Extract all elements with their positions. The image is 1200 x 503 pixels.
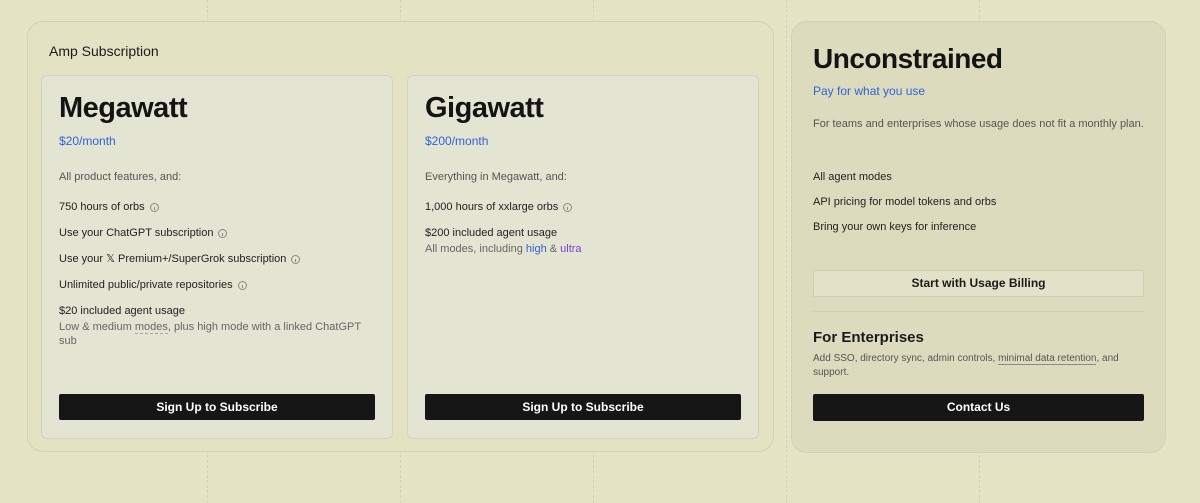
plan-features: Everything in Megawatt, and: 1,000 hours… [425, 171, 743, 269]
feature-item: Use your ChatGPT subscription [59, 227, 377, 240]
feature-item: API pricing for model tokens and orbs [813, 196, 997, 208]
features-intro: Everything in Megawatt, and: [425, 171, 567, 183]
usage-detail-prefix: Low & medium [59, 321, 135, 333]
plan-name: Gigawatt [425, 92, 544, 124]
feature-item: 750 hours of orbs [59, 201, 377, 214]
usage-detail: Low & medium modes, plus high mode with … [59, 320, 377, 348]
usage-title: $20 included agent usage [59, 305, 185, 317]
unconstrained-panel: Unconstrained Pay for what you use For t… [791, 21, 1166, 453]
usage-title: $200 included agent usage [425, 227, 558, 239]
feature-label: Use your 𝕏 Premium+/SuperGrok subscripti… [59, 253, 287, 265]
usage-detail-amp: & [546, 243, 561, 255]
subscription-title: Amp Subscription [49, 43, 159, 59]
plan-price: $20/month [59, 134, 116, 148]
gigawatt-signup-button[interactable]: Sign Up to Subscribe [425, 394, 741, 420]
usage-detail-prefix: All modes, including [425, 243, 526, 255]
unconstrained-title: Unconstrained [813, 43, 1003, 74]
high-mode-link[interactable]: high [526, 243, 547, 255]
feature-item: Bring your own keys for inference [813, 221, 977, 233]
enterprise-title: For Enterprises [813, 329, 924, 346]
feature-item: Use your 𝕏 Premium+/SuperGrok subscripti… [59, 253, 377, 266]
unconstrained-subtitle: Pay for what you use [813, 84, 926, 98]
plan-price: $200/month [425, 134, 489, 148]
feature-label: Use your ChatGPT subscription [59, 227, 214, 239]
info-icon[interactable] [149, 203, 159, 212]
feature-label: 750 hours of orbs [59, 201, 145, 213]
info-icon[interactable] [237, 281, 247, 290]
feature-item: All agent modes [813, 171, 892, 183]
plan-name: Megawatt [59, 92, 188, 124]
data-retention-link[interactable]: minimal data retention [998, 353, 1097, 365]
feature-item: Unlimited public/private repositories [59, 279, 377, 292]
features-intro: All product features, and: [59, 171, 182, 183]
feature-label: Unlimited public/private repositories [59, 279, 233, 291]
unconstrained-description: For teams and enterprises whose usage do… [813, 118, 1144, 130]
usage-billing-button[interactable]: Start with Usage Billing [813, 270, 1144, 297]
enterprise-description: Add SSO, directory sync, admin controls,… [813, 352, 1148, 380]
plan-card-gigawatt: Gigawatt $200/month Everything in Megawa… [407, 75, 759, 439]
megawatt-signup-button[interactable]: Sign Up to Subscribe [59, 394, 375, 420]
contact-us-button[interactable]: Contact Us [813, 394, 1144, 421]
info-icon[interactable] [218, 229, 228, 238]
unconstrained-features: All agent modes API pricing for model to… [813, 171, 1148, 246]
usage-block: $200 included agent usage All modes, inc… [425, 227, 743, 256]
subscription-panel: Amp Subscription Megawatt $20/month All … [27, 21, 774, 452]
modes-link[interactable]: modes [134, 321, 168, 334]
background-guide [786, 0, 787, 503]
feature-label: 1,000 hours of xxlarge orbs [425, 201, 559, 213]
plan-features: All product features, and: 750 hours of … [59, 171, 377, 361]
usage-block: $20 included agent usage Low & medium mo… [59, 305, 377, 348]
usage-detail: All modes, including high & ultra [425, 242, 743, 256]
ultra-mode-link[interactable]: ultra [560, 243, 581, 255]
feature-item: 1,000 hours of xxlarge orbs [425, 201, 743, 214]
plan-card-megawatt: Megawatt $20/month All product features,… [41, 75, 393, 439]
info-icon[interactable] [563, 203, 573, 212]
enterprise-desc-prefix: Add SSO, directory sync, admin controls, [813, 353, 999, 364]
info-icon[interactable] [291, 255, 301, 264]
divider [813, 311, 1144, 312]
